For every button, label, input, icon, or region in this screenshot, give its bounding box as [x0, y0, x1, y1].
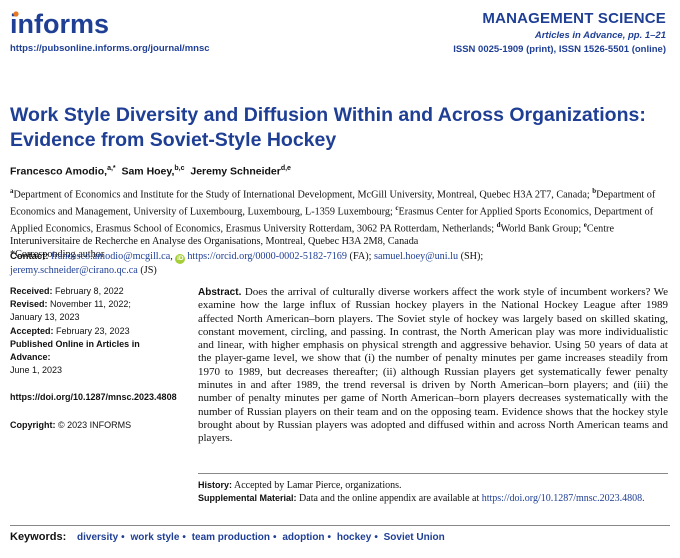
keyword-link[interactable]: hockey [337, 532, 371, 543]
affiliation: Department of Economics and Institute fo… [13, 189, 590, 201]
keywords-bar: Keywords: diversity • work style • team pr… [10, 531, 445, 543]
informs-logo[interactable]: informs [10, 9, 110, 39]
orcid-link[interactable]: https://orcid.org/0000-0002-5182-7169 [187, 251, 347, 262]
keyword-link[interactable]: Soviet Union [384, 532, 445, 543]
affiliation: World Bank Group; [500, 223, 582, 235]
accepted-label: Accepted: [10, 325, 54, 336]
orcid-icon: iD [175, 254, 186, 264]
supplemental-link[interactable]: https://doi.org/10.1287/mnsc.2023.4808. [482, 493, 645, 504]
contact-initials: (FA); [349, 251, 372, 262]
contact-block: Contact: francesco.amodio@mcgill.ca, iD h… [10, 251, 484, 276]
journal-issn: ISSN 0025-1909 (print), ISSN 1526-5501 (… [453, 44, 666, 55]
contact-initials: (JS) [140, 265, 157, 276]
abstract-text: Does the arrival of culturally diverse w… [198, 286, 669, 445]
keyword-separator: • [121, 532, 125, 543]
abstract-label: Abstract. [198, 287, 242, 298]
keyword-separator: • [327, 532, 332, 543]
keyword-link[interactable]: work style [130, 532, 179, 543]
keyword-separator: • [374, 532, 378, 543]
author-name[interactable]: Jeremy Schneider [190, 166, 280, 178]
journal-name: MANAGEMENT SCIENCE [482, 10, 666, 27]
revised-row-2: January 13, 2023 [10, 311, 180, 324]
email-link-schneider[interactable]: jeremy.schneider@cirano.qc.ca [10, 265, 138, 276]
keywords-label: Keywords: [10, 531, 67, 543]
contact-initials: (SH); [460, 251, 484, 262]
supplemental-label: Supplemental Material: [198, 493, 297, 504]
published-label: Published Online in Articles in Advance: [10, 338, 140, 363]
article-history: History: Accepted by Lamar Pierce, organ… [198, 479, 668, 505]
history-row: History: Accepted by Lamar Pierce, organ… [198, 479, 668, 492]
contact-label: Contact: [10, 251, 49, 262]
article-title: Work Style Diversity and Diffusion Withi… [10, 104, 646, 151]
keyword-link[interactable]: diversity [77, 532, 118, 543]
supplemental-row: Supplemental Material: Data and the onli… [198, 492, 668, 505]
published-date: June 1, 2023 [10, 365, 63, 376]
journal-url-link[interactable]: https://pubsonline.informs.org/journal/m… [10, 43, 210, 54]
email-link-hoey[interactable]: samuel.hoey@uni.lu [374, 251, 458, 262]
keyword-separator: • [273, 532, 277, 543]
abstract: Abstract. Does the arrival of culturally… [198, 286, 668, 446]
email-link-amodio[interactable]: francesco.amodio@mcgill.ca [51, 251, 170, 262]
copyright-row: Copyright: © 2023 INFORMS [10, 419, 180, 432]
informs-logo-mark: informs [10, 9, 109, 39]
copyright-label: Copyright: [10, 419, 56, 430]
doi-link[interactable]: https://doi.org/10.1287/mnsc.2023.4808 [10, 391, 180, 404]
logo-text: informs [10, 9, 109, 39]
revised-date: January 13, 2023 [10, 312, 80, 323]
revised-label: Revised: [10, 299, 48, 310]
author-sup: b,c [174, 165, 185, 172]
revised-date: November 11, 2022; [50, 299, 131, 310]
received-label: Received: [10, 286, 53, 296]
journal-issue: Articles in Advance, pp. 1–21 [534, 30, 666, 41]
abstract-divider [198, 473, 668, 474]
published-row: Published Online in Articles in Advance: [10, 338, 180, 364]
published-date-row: June 1, 2023 [10, 364, 180, 377]
revised-row: Revised: November 11, 2022; [10, 298, 180, 311]
author-name[interactable]: Francesco Amodio, [10, 166, 107, 178]
author-sup: a,* [107, 165, 116, 172]
accepted-date: February 23, 2023 [56, 325, 130, 336]
author-list: Francesco Amodio,a,* Sam Hoey,b,c Jeremy… [10, 165, 291, 178]
keyword-link[interactable]: team production [192, 532, 270, 543]
supplemental-text: Data and the online appendix are availab… [299, 493, 480, 505]
publication-history: Received: February 8, 2022 Revised: Nove… [10, 285, 180, 432]
logo-dot-icon [13, 11, 19, 17]
author-name[interactable]: Sam Hoey, [121, 166, 174, 178]
history-label: History: [198, 480, 233, 490]
received-row: Received: February 8, 2022 [10, 285, 180, 298]
keywords-divider [10, 525, 670, 526]
accepted-row: Accepted: February 23, 2023 [10, 325, 180, 338]
history-text: Accepted by Lamar Pierce, organizations. [233, 480, 402, 491]
copyright-text: © 2023 INFORMS [58, 419, 132, 430]
journal-masthead: MANAGEMENT SCIENCE Articles in Advance, … [453, 10, 666, 55]
keyword-separator: • [182, 532, 186, 543]
received-date: February 8, 2022 [55, 286, 124, 296]
author-sup: d,e [280, 165, 291, 172]
keyword-link[interactable]: adoption [282, 532, 324, 543]
